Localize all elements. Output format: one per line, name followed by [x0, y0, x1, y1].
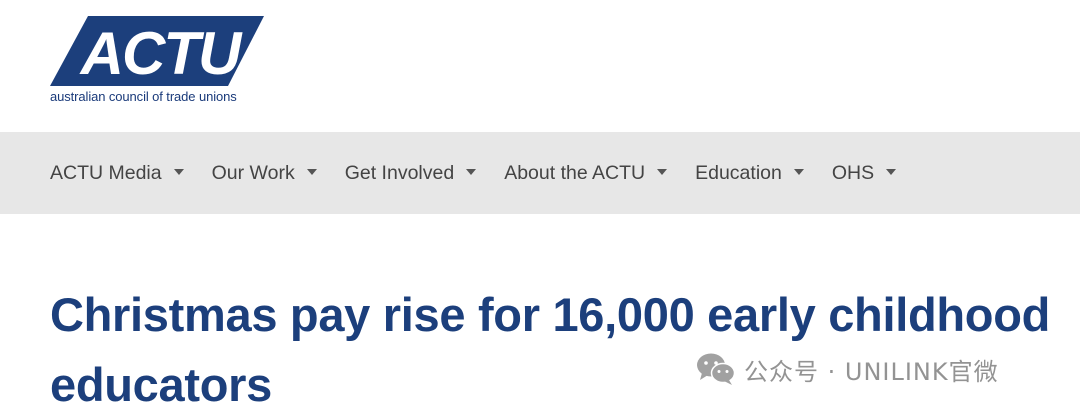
nav-list: ACTU Media Our Work Get Involved About t… [50, 132, 924, 214]
page: ACTU australian council of trade unions … [0, 0, 1080, 411]
nav-item-our-work[interactable]: Our Work [212, 162, 317, 185]
nav-item-education[interactable]: Education [695, 162, 804, 185]
nav-item-label: ACTU Media [50, 161, 162, 184]
nav-item-get-involved[interactable]: Get Involved [344, 161, 477, 185]
watermark-text: 公众号 · UNILINK官微 [744, 357, 999, 386]
nav-item-label: About the ACTU [504, 161, 646, 184]
logo-tagline: australian council of trade unions [50, 89, 237, 104]
nav-item-actu-media[interactable]: ACTU Media [50, 162, 184, 185]
caret-down-icon [306, 169, 317, 175]
nav-item-label: Get Involved [344, 161, 455, 184]
nav-item-label: Our Work [211, 161, 295, 184]
article-title: Christmas pay rise for 16,000 early chil… [50, 288, 1051, 411]
wechat-icon [697, 353, 736, 385]
caret-down-icon [173, 169, 184, 175]
nav-item-label: Education [695, 161, 782, 184]
caret-down-icon [793, 169, 804, 175]
nav-item-ohs[interactable]: OHS [831, 161, 897, 185]
actu-logo[interactable]: ACTU australian council of trade unions [48, 16, 268, 108]
watermark: 公众号 · UNILINK官微 [696, 350, 999, 388]
caret-down-icon [657, 169, 668, 175]
caret-down-icon [466, 169, 477, 175]
nav-item-about-the-actu[interactable]: About the ACTU [504, 161, 668, 185]
nav-item-label: OHS [831, 161, 875, 184]
svg-text:ACTU: ACTU [79, 20, 243, 87]
actu-logo-mark: ACTU [50, 16, 264, 87]
caret-down-icon [886, 169, 897, 175]
main-navigation: ACTU Media Our Work Get Involved About t… [0, 132, 1080, 214]
